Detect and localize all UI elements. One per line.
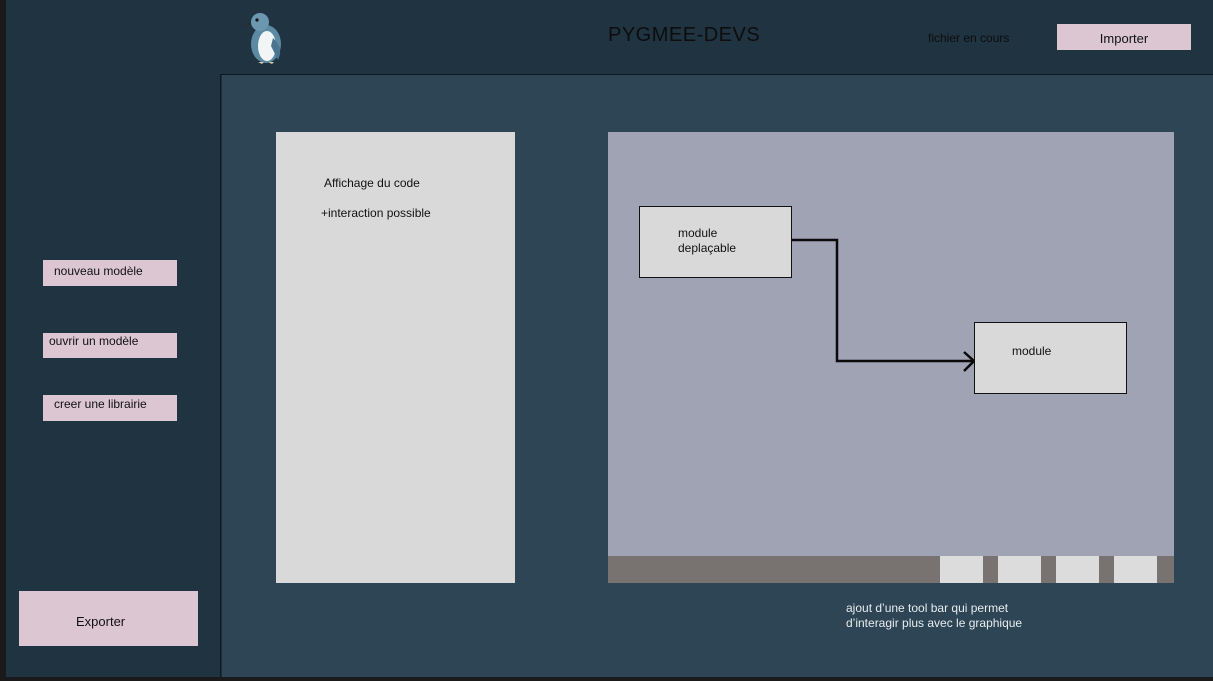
window-frame-bottom [0, 677, 1213, 681]
toolbar-button-4[interactable] [1114, 556, 1157, 583]
toolbar-button-3[interactable] [1056, 556, 1099, 583]
code-panel[interactable]: Affichage du code +interaction possible [276, 132, 515, 583]
create-library-button[interactable]: creer une librairie [43, 395, 177, 421]
new-model-button[interactable]: nouveau modèle [43, 260, 177, 286]
export-button[interactable]: Exporter [19, 591, 198, 646]
toolbar-button-1[interactable] [940, 556, 983, 583]
toolbar-note: ajout d’une tool bar qui permet d’intera… [846, 601, 1022, 631]
graph-toolbar [608, 556, 1174, 583]
import-label: Importer [1099, 31, 1149, 46]
code-panel-title: Affichage du code [324, 176, 420, 190]
header-bar: PYGMEE-DEVS fichier en cours Importer [220, 0, 1213, 75]
module-b-label: module [1012, 344, 1052, 358]
import-button[interactable]: Importer [1057, 24, 1191, 50]
toolbar-button-2[interactable] [998, 556, 1041, 583]
module-a-line2: deplaçable [678, 241, 737, 255]
code-panel-subtitle: +interaction possible [321, 206, 431, 220]
penguin-logo-icon [240, 8, 290, 64]
target-module[interactable]: module [974, 322, 1127, 394]
draggable-module[interactable]: module deplaçable [639, 206, 792, 278]
module-a-line1: module [678, 226, 718, 240]
toolbar-note-line1: ajout d’une tool bar qui permet [846, 601, 1009, 615]
main-area: Affichage du code +interaction possible … [222, 75, 1213, 677]
toolbar-note-line2: d’interagir plus avec le graphique [846, 616, 1023, 630]
current-file-label: fichier en cours [928, 31, 1010, 45]
app-title: PYGMEE-DEVS [608, 24, 761, 46]
graph-canvas[interactable]: module deplaçable module [608, 132, 1174, 583]
open-model-label: ouvrir un modèle [49, 334, 139, 348]
open-model-button[interactable]: ouvrir un modèle [43, 333, 177, 358]
create-library-label: creer une librairie [54, 397, 147, 411]
new-model-label: nouveau modèle [54, 264, 143, 278]
export-label: Exporter [76, 614, 126, 629]
sidebar: nouveau modèle ouvrir un modèle creer un… [6, 0, 221, 677]
